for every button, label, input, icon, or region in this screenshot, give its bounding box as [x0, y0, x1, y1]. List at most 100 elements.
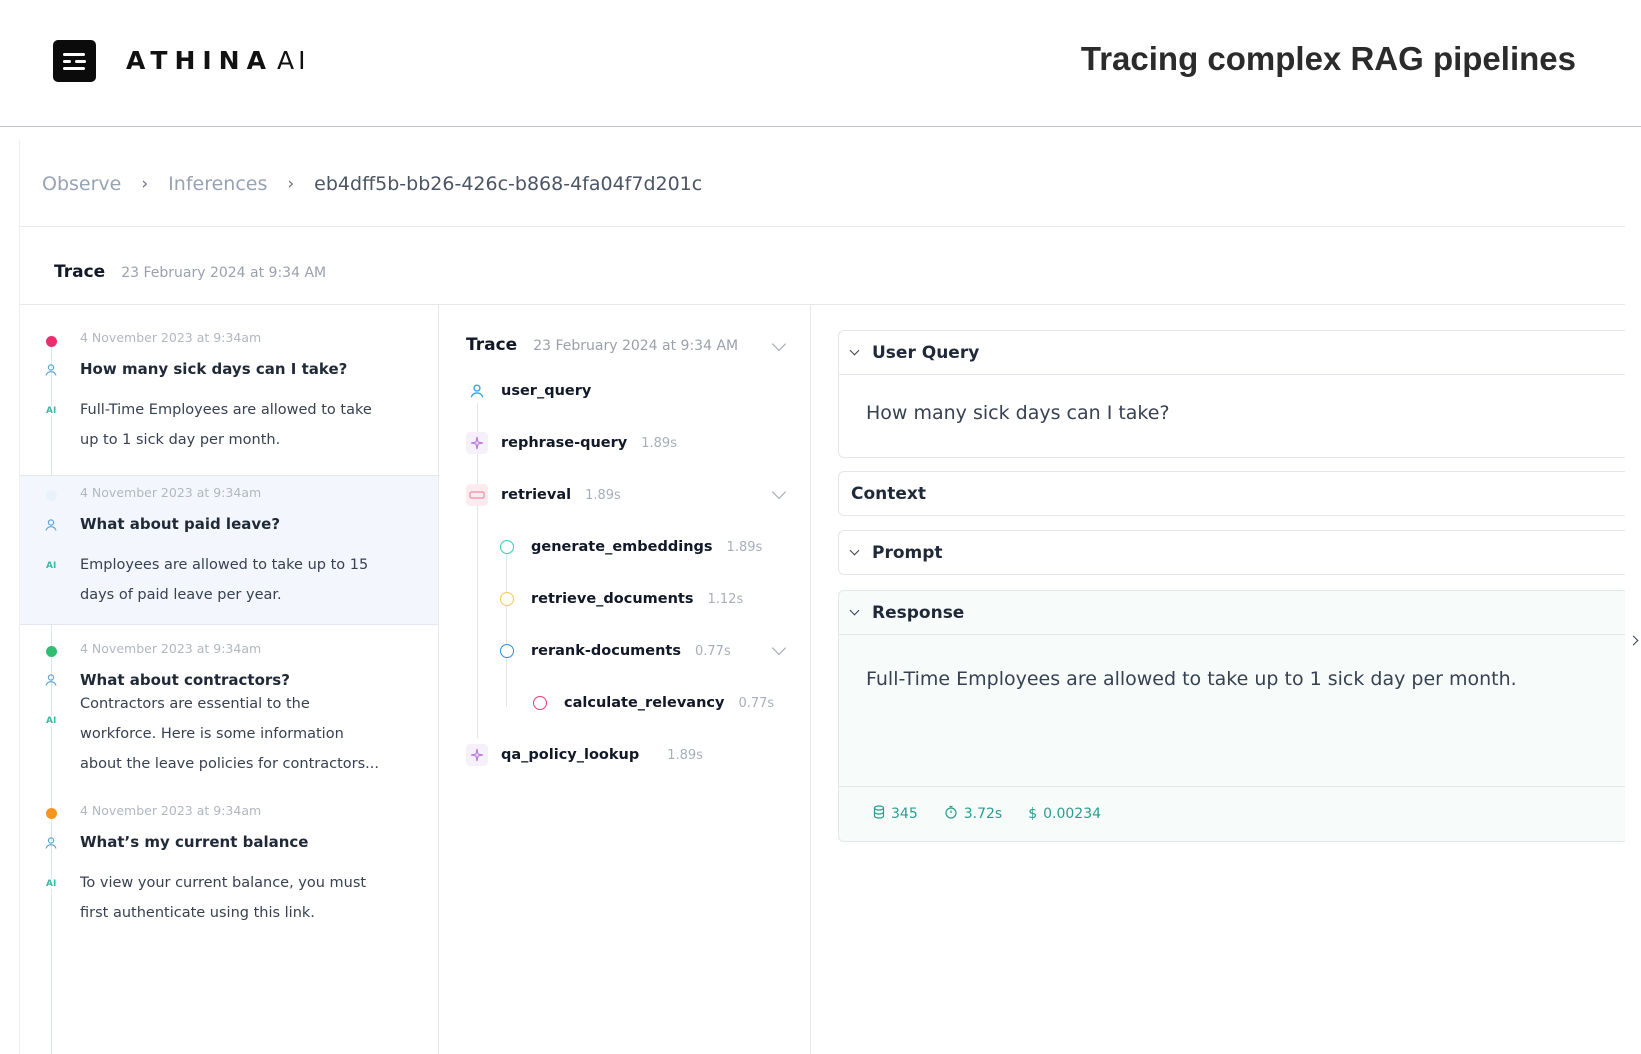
sparkle-icon — [466, 744, 488, 766]
node-name: qa_policy_lookup — [501, 747, 640, 763]
trace-node-retrieve-documents[interactable]: retrieve_documents 1.12s — [496, 588, 743, 610]
conversation-item[interactable]: 4 November 2023 at 9:34am What’s my curr… — [20, 800, 438, 950]
ring-icon — [496, 588, 518, 610]
trace-tree-title: Trace — [466, 335, 518, 355]
conversation-item-selected[interactable]: 4 November 2023 at 9:34am What about pai… — [20, 475, 438, 625]
sparkle-icon — [466, 432, 488, 454]
section-title: Prompt — [872, 542, 943, 563]
trace-title: Trace — [54, 262, 106, 282]
section-title: Context — [851, 483, 927, 504]
brand-suffix: AI — [276, 46, 310, 75]
trace-node-qa-policy-lookup[interactable]: qa_policy_lookup 1.89s — [466, 744, 703, 766]
latency-metric: 3.72s — [944, 805, 1002, 823]
trace-tree-header: Trace 23 February 2024 at 9:34 AM — [466, 335, 738, 355]
ai-icon: AI — [46, 406, 57, 416]
node-name: user_query — [501, 383, 592, 399]
user-query-section: User Query How many sick days can I take… — [838, 330, 1625, 458]
ai-icon: AI — [46, 879, 57, 889]
node-time: 1.89s — [667, 747, 703, 763]
trace-node-user-query[interactable]: user_query — [466, 380, 591, 402]
trace-node-generate-embeddings[interactable]: generate_embeddings 1.89s — [496, 536, 762, 558]
trace-tree-panel: Trace 23 February 2024 at 9:34 AM user_q… — [439, 305, 811, 1054]
cost-metric: $ 0.00234 — [1028, 806, 1101, 822]
chevron-right-icon — [1628, 635, 1639, 646]
chevron-down-icon — [849, 545, 860, 556]
user-icon — [44, 836, 58, 850]
conversation-item[interactable]: 4 November 2023 at 9:34am How many sick … — [20, 315, 438, 470]
conversation-timestamp: 4 November 2023 at 9:34am — [80, 641, 262, 656]
ring-icon — [529, 692, 551, 714]
breadcrumb-observe[interactable]: Observe — [42, 173, 121, 195]
prompt-header[interactable]: Prompt — [839, 531, 1625, 574]
ai-icon: AI — [46, 716, 57, 726]
context-section: Context — [838, 471, 1639, 646]
tree-line — [506, 547, 507, 707]
conversation-question: What about contractors? — [80, 671, 290, 689]
retrieval-icon — [466, 484, 488, 506]
node-name: retrieve_documents — [531, 591, 694, 607]
ai-icon: AI — [46, 561, 57, 571]
status-dot — [46, 646, 57, 657]
trace-tree-date: 23 February 2024 at 9:34 AM — [533, 338, 739, 354]
conversation-list: 4 November 2023 at 9:34am How many sick … — [20, 305, 439, 1054]
conversation-question: How many sick days can I take? — [80, 360, 348, 378]
prompt-section: Prompt — [838, 530, 1625, 575]
user-icon — [44, 363, 58, 377]
conversation-timestamp: 4 November 2023 at 9:34am — [80, 485, 262, 500]
status-dot — [46, 490, 57, 501]
divider — [20, 226, 1625, 227]
chevron-right-icon: › — [141, 174, 149, 194]
node-name: rephrase-query — [501, 435, 628, 451]
conversation-timestamp: 4 November 2023 at 9:34am — [80, 803, 262, 818]
node-time: 1.89s — [726, 539, 763, 555]
node-name: calculate_relevancy — [564, 695, 725, 711]
main-panel: Observe › Inferences › eb4dff5b-bb26-426… — [19, 140, 1639, 1054]
response-header[interactable]: Response — [839, 591, 1625, 634]
top-header: ATHINA AI Tracing complex RAG pipelines — [0, 0, 1641, 127]
ring-icon — [496, 536, 518, 558]
conversation-answer: Employees are allowed to take up to 15 d… — [80, 557, 369, 603]
chevron-right-icon: › — [287, 174, 295, 194]
trace-node-rephrase-query[interactable]: rephrase-query 1.89s — [466, 432, 677, 454]
tokens-value: 345 — [891, 806, 918, 822]
dollar-icon: $ — [1028, 806, 1038, 822]
chevron-down-icon[interactable] — [771, 336, 787, 352]
response-text: Full-Time Employees are allowed to take … — [839, 634, 1625, 786]
node-name: generate_embeddings — [531, 539, 713, 555]
breadcrumb-current: eb4dff5b-bb26-426c-b868-4fa04f7d201c — [314, 173, 703, 195]
node-time: 1.89s — [585, 487, 621, 503]
chevron-down-icon — [849, 345, 860, 356]
tokens-metric: 345 — [873, 805, 918, 823]
trace-date: 23 February 2024 at 9:34 AM — [121, 265, 327, 281]
chevron-down-icon[interactable] — [771, 640, 787, 656]
detail-panel: User Query How many sick days can I take… — [811, 305, 1639, 1054]
trace-node-rerank-documents[interactable]: rerank-documents 0.77s — [496, 640, 731, 662]
athina-logo-icon — [53, 40, 96, 82]
node-time: 0.77s — [695, 643, 731, 659]
breadcrumb-inferences[interactable]: Inferences — [168, 173, 267, 195]
user-query-header[interactable]: User Query — [839, 331, 1625, 374]
trace-header: Trace 23 February 2024 at 9:34 AM — [54, 262, 326, 282]
node-time: 1.12s — [707, 591, 744, 607]
response-section: Response Full-Time Employees are allowed… — [838, 590, 1625, 842]
node-name: rerank-documents — [531, 643, 681, 659]
section-title: Response — [872, 602, 965, 623]
brand-name-text: ATHINA — [126, 46, 273, 75]
conversation-timestamp: 4 November 2023 at 9:34am — [80, 330, 262, 345]
trace-node-retrieval[interactable]: retrieval 1.89s — [466, 484, 621, 506]
cost-value: 0.00234 — [1043, 806, 1102, 822]
user-query-text: How many sick days can I take? — [839, 374, 1625, 457]
database-icon — [873, 805, 885, 823]
user-icon — [44, 673, 58, 687]
breadcrumb: Observe › Inferences › eb4dff5b-bb26-426… — [42, 173, 702, 195]
node-time: 1.89s — [641, 435, 677, 451]
conversation-item[interactable]: 4 November 2023 at 9:34am What about con… — [20, 637, 438, 797]
chevron-down-icon[interactable] — [771, 484, 787, 500]
response-metrics: 345 3.72s $ 0.00234 — [839, 786, 1625, 841]
node-time: 0.77s — [738, 695, 775, 711]
conversation-answer: To view your current balance, you must f… — [80, 875, 367, 921]
conversation-question: What’s my current balance — [80, 833, 309, 851]
trace-node-calculate-relevancy[interactable]: calculate_relevancy 0.77s — [529, 692, 774, 714]
context-header[interactable]: Context — [839, 472, 1639, 646]
status-dot — [46, 336, 57, 347]
